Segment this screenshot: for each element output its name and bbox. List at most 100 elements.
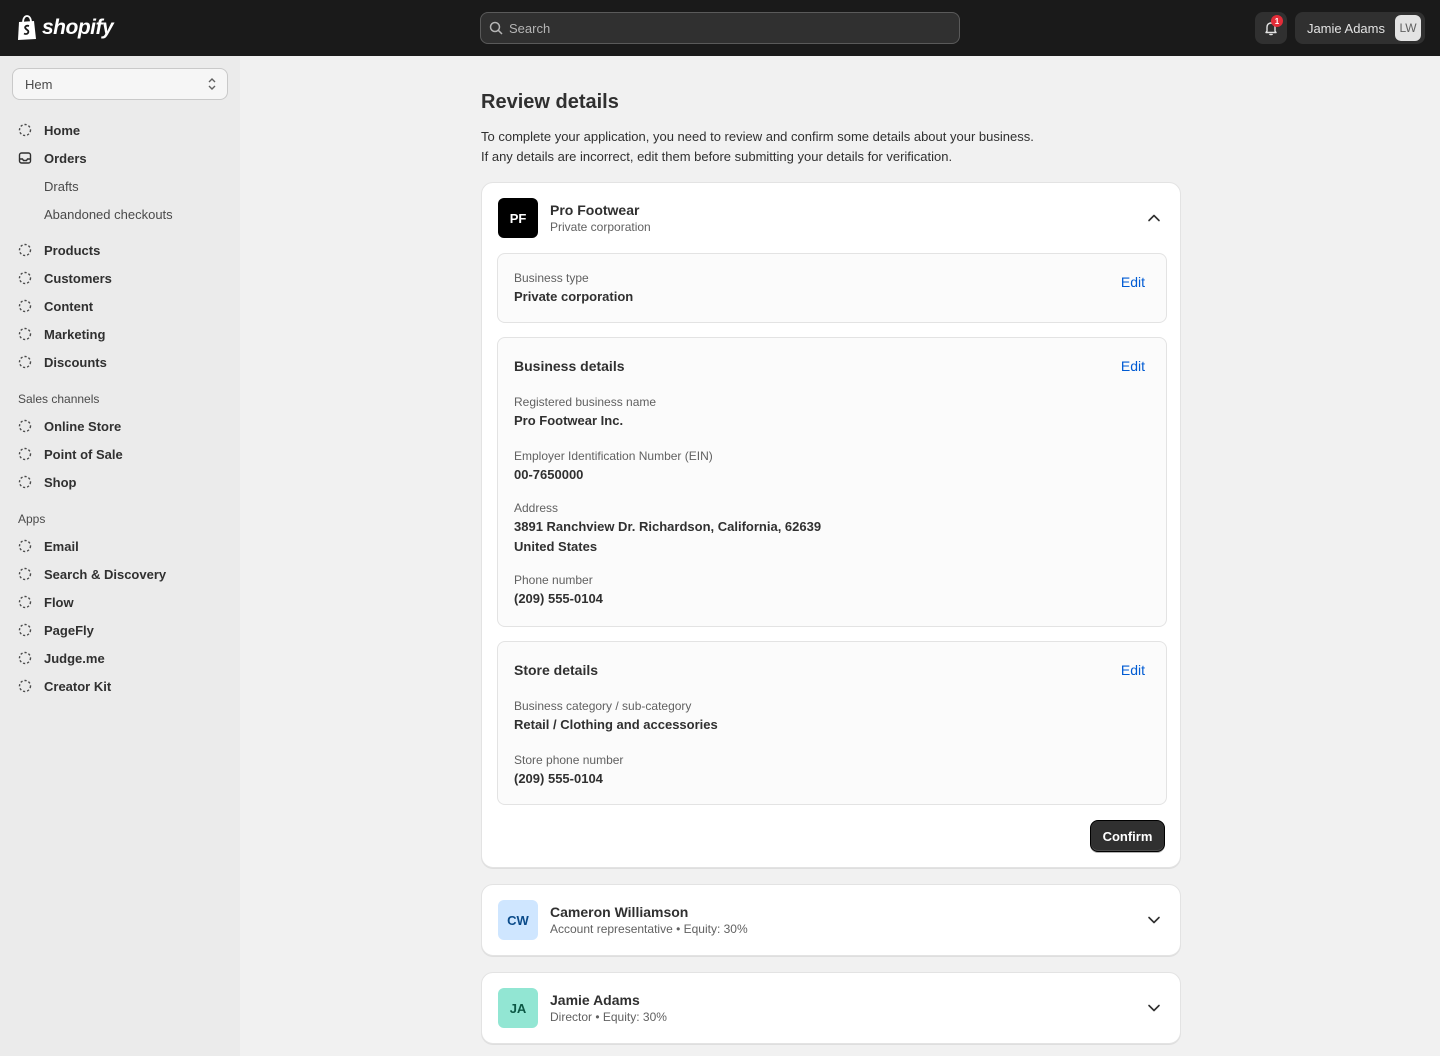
avatar: LW	[1395, 15, 1421, 41]
sidebar-item-home[interactable]: Home	[18, 120, 80, 140]
sidebar-item-label: Discounts	[44, 354, 107, 370]
sidebar-item-label: Content	[44, 298, 94, 314]
page-description: To complete your application, you need t…	[481, 127, 1181, 167]
sidebar-subitem-drafts[interactable]: Drafts	[44, 176, 79, 196]
sidebar-item-products[interactable]: Products	[18, 240, 100, 260]
sidebar-item-label: Orders	[44, 150, 87, 166]
shopify-bag-icon	[18, 15, 36, 40]
sidebar-item-judge-me[interactable]: Judge.me	[18, 648, 105, 668]
business-card-header[interactable]: PF Pro Footwear Private corporation	[498, 198, 1164, 238]
customers-icon	[18, 271, 32, 285]
address-line-2: United States	[514, 539, 598, 554]
sidebar-item-marketing[interactable]: Marketing	[18, 324, 105, 344]
sidebar-item-label: Online Store	[44, 418, 122, 434]
sidebar-item-content[interactable]: Content	[18, 296, 93, 316]
email-icon	[18, 539, 32, 553]
logo-text: shopify	[42, 16, 114, 39]
registered-name-label: Registered business name	[514, 395, 657, 409]
store-details-title: Store details	[514, 662, 599, 678]
store-selector[interactable]: Hem	[12, 68, 228, 100]
person-name: Cameron Williamson	[550, 904, 689, 920]
person-card-header[interactable]: JA Jamie Adams Director • Equity: 30%	[498, 988, 1164, 1028]
user-name: Jamie Adams	[1306, 20, 1385, 36]
products-icon	[18, 243, 32, 257]
business-details-title: Business details	[514, 358, 625, 374]
search-discovery-icon	[18, 567, 32, 581]
phone-label: Phone number	[514, 573, 593, 587]
sidebar-subitem-abandoned-checkouts[interactable]: Abandoned checkouts	[44, 204, 173, 224]
category-label: Business category / sub-category	[514, 699, 692, 713]
category-value: Retail / Clothing and accessories	[514, 717, 718, 732]
business-type-value: Private corporation	[514, 289, 634, 304]
store-name: Hem	[25, 76, 53, 92]
sidebar-item-creator-kit[interactable]: Creator Kit	[18, 676, 111, 696]
ein-value: 00-7650000	[514, 467, 584, 482]
pagefly-icon	[18, 623, 32, 637]
confirm-button[interactable]: Confirm	[1090, 820, 1165, 852]
flow-icon	[18, 595, 32, 609]
person-card[interactable]: CW Cameron Williamson Account representa…	[481, 884, 1181, 956]
chevron-down-icon[interactable]	[1146, 1000, 1162, 1016]
home-icon	[18, 123, 32, 137]
selector-arrows-icon	[208, 78, 216, 90]
discounts-icon	[18, 355, 32, 369]
sidebar-item-email[interactable]: Email	[18, 536, 79, 556]
chevron-up-icon[interactable]	[1146, 210, 1162, 226]
sidebar-item-label: Email	[44, 538, 79, 554]
phone-value: (209) 555-0104	[514, 591, 603, 606]
apps-heading: Apps	[18, 512, 46, 526]
sidebar-item-label: PageFly	[44, 622, 94, 638]
sidebar-item-customers[interactable]: Customers	[18, 268, 112, 288]
person-card[interactable]: JA Jamie Adams Director • Equity: 30%	[481, 972, 1181, 1044]
person-avatar: CW	[498, 900, 538, 940]
person-card-header[interactable]: CW Cameron Williamson Account representa…	[498, 900, 1164, 940]
business-type-label: Business type	[514, 271, 589, 285]
search-placeholder: Search	[509, 20, 551, 36]
business-type-section: Business type Private corporation Edit	[497, 253, 1167, 323]
person-name: Jamie Adams	[550, 992, 640, 1008]
shop-icon	[18, 475, 32, 489]
sidebar-item-point-of-sale[interactable]: Point of Sale	[18, 444, 123, 464]
user-menu-button[interactable]: Jamie Adams LW	[1295, 12, 1425, 44]
shopify-logo[interactable]: shopify	[16, 14, 114, 42]
page-title: Review details	[481, 91, 619, 113]
registered-name-value: Pro Footwear Inc.	[514, 413, 624, 428]
ein-label: Employer Identification Number (EIN)	[514, 449, 713, 463]
search-icon	[489, 21, 503, 35]
marketing-icon	[18, 327, 32, 341]
edit-store-details-link[interactable]: Edit	[1121, 662, 1145, 678]
search-input[interactable]: Search	[480, 12, 960, 44]
sidebar-item-discounts[interactable]: Discounts	[18, 352, 107, 372]
sidebar-item-label: Marketing	[44, 326, 106, 342]
description-line-1: To complete your application, you need t…	[481, 129, 1034, 144]
person-subtitle: Account representative • Equity: 30%	[550, 922, 748, 936]
chevron-down-icon[interactable]	[1146, 912, 1162, 928]
business-subtitle: Private corporation	[550, 220, 651, 234]
sidebar-item-label: Flow	[44, 594, 74, 610]
notifications-button[interactable]: 1	[1255, 12, 1287, 44]
sidebar-item-online-store[interactable]: Online Store	[18, 416, 121, 436]
description-line-2: If any details are incorrect, edit them …	[481, 149, 953, 164]
sidebar-item-label: Point of Sale	[44, 446, 123, 462]
sidebar-item-label: Judge.me	[44, 650, 105, 666]
notification-badge: 1	[1271, 15, 1283, 27]
content-icon	[18, 299, 32, 313]
business-name: Pro Footwear	[550, 202, 640, 218]
sidebar-item-shop[interactable]: Shop	[18, 472, 77, 492]
sidebar-item-label: Customers	[44, 270, 112, 286]
person-subtitle: Director • Equity: 30%	[550, 1010, 667, 1024]
sidebar-item-search-discovery[interactable]: Search & Discovery	[18, 564, 166, 584]
creator-kit-icon	[18, 679, 32, 693]
sidebar-item-label: Search & Discovery	[44, 566, 167, 582]
store-phone-value: (209) 555-0104	[514, 771, 603, 786]
sidebar-item-pagefly[interactable]: PageFly	[18, 620, 94, 640]
judge-me-icon	[18, 651, 32, 665]
edit-business-type-link[interactable]: Edit	[1121, 274, 1145, 290]
store-phone-label: Store phone number	[514, 753, 624, 767]
top-bar: shopify Search 1 Jamie Adams LW	[0, 0, 1440, 56]
sidebar-item-orders[interactable]: Orders	[18, 148, 87, 168]
sidebar-item-flow[interactable]: Flow	[18, 592, 74, 612]
store-details-section: Store details Edit Business category / s…	[497, 641, 1167, 805]
sales-channels-heading: Sales channels	[18, 392, 100, 406]
edit-business-details-link[interactable]: Edit	[1121, 358, 1145, 374]
